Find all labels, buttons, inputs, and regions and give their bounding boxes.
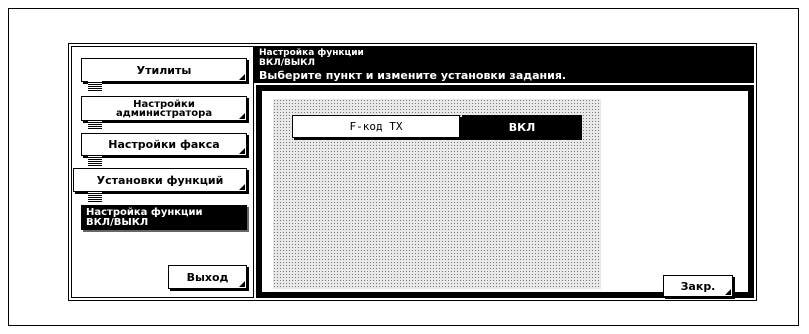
setting-value: ВКЛ xyxy=(508,121,536,134)
f-code-tx-button[interactable]: F-код TX xyxy=(292,115,460,138)
connector xyxy=(88,192,102,202)
sidebar-item-label: Настройка функции ВКЛ/ВЫКЛ xyxy=(86,206,203,228)
connector xyxy=(88,156,102,166)
instruction-text: Выберите пункт и измените установки зада… xyxy=(259,69,567,82)
sidebar-item-admin-settings[interactable]: Настройки администратора xyxy=(81,96,247,121)
page-title: Настройка функции ВКЛ/ВЫКЛ xyxy=(259,48,364,68)
settings-grid: F-код TX ВКЛ xyxy=(273,99,601,289)
connector xyxy=(88,81,102,91)
f-code-tx-status: ВКЛ xyxy=(462,115,582,140)
sidebar-item-utilities[interactable]: Утилиты xyxy=(81,58,247,82)
content-area: F-код TX ВКЛ Закр. xyxy=(256,85,754,298)
connector xyxy=(88,119,102,129)
sidebar-item-label: Настройки факса xyxy=(108,138,220,151)
close-button[interactable]: Закр. xyxy=(663,275,733,297)
sidebar-item-label: Настройки администратора xyxy=(115,98,213,119)
sidebar-item-fax-settings[interactable]: Настройки факса xyxy=(81,133,247,156)
sidebar-item-function-on-off[interactable]: Настройка функции ВКЛ/ВЫКЛ xyxy=(81,205,247,230)
setting-name: F-код TX xyxy=(349,120,403,133)
content-inner: F-код TX ВКЛ Закр. xyxy=(262,91,748,297)
header-bar: Настройка функции ВКЛ/ВЫКЛ Выберите пунк… xyxy=(254,46,754,83)
sidebar-item-label: Утилиты xyxy=(136,63,192,77)
close-label: Закр. xyxy=(680,279,716,293)
sidebar-item-label: Установки функций xyxy=(96,173,224,187)
exit-button[interactable]: Выход xyxy=(168,265,247,289)
exit-label: Выход xyxy=(186,270,229,284)
sidebar-item-function-settings[interactable]: Установки функций xyxy=(73,168,247,192)
